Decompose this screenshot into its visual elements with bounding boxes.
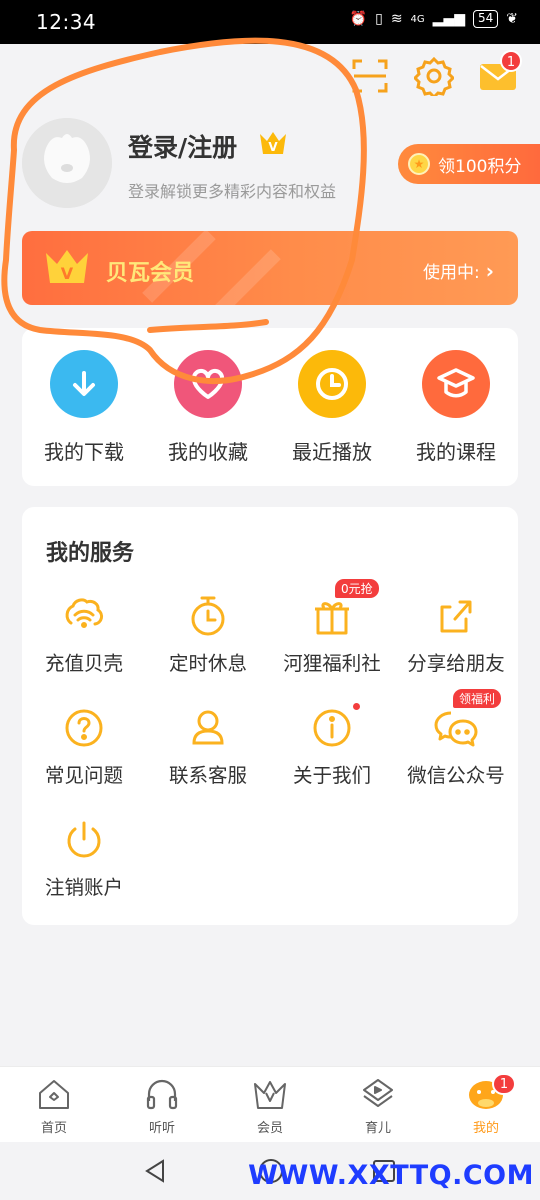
nav-label: 会员 <box>256 1121 283 1136</box>
service-label: 关于我们 <box>292 764 371 787</box>
service-share[interactable]: 分享给朋友 <box>394 593 518 676</box>
service-label: 常见问题 <box>44 764 123 787</box>
service-wechat[interactable]: 领福利 微信公众号 <box>394 689 518 788</box>
graduation-cap-icon <box>422 350 490 418</box>
timer-icon <box>185 593 231 639</box>
nav-listen[interactable]: 听听 <box>108 1067 216 1142</box>
chevron-right-icon: › <box>485 258 494 283</box>
wechat-icon: 领福利 <box>433 689 502 751</box>
quick-courses[interactable]: 我的课程 <box>394 350 518 465</box>
quick-recent[interactable]: 最近播放 <box>270 350 394 465</box>
headphones-icon <box>146 1079 178 1110</box>
share-icon <box>433 593 479 639</box>
power-icon <box>61 817 107 863</box>
status-time: 12:34 <box>36 10 97 34</box>
back-icon[interactable] <box>143 1158 167 1184</box>
status-icons: ⏰ ▯ ≋ 4G ▂▄▆ 54 ❦ <box>350 10 518 28</box>
service-support[interactable]: 联系客服 <box>146 705 270 788</box>
service-recharge[interactable]: 充值贝壳 <box>22 593 146 676</box>
settings-icon[interactable] <box>412 56 456 100</box>
customer-service-icon <box>185 705 231 751</box>
scan-icon[interactable] <box>350 56 390 96</box>
vip-status-label: 使用中: <box>423 263 480 283</box>
leaf-icon: ❦ <box>506 11 518 27</box>
nav-label: 育儿 <box>364 1121 391 1136</box>
services-card: 我的服务 充值贝壳 定时休息 0元抢 河狸福利社 分享给朋友 常见问题 联系客服… <box>22 507 518 925</box>
vip-crown-icon: V <box>258 130 288 160</box>
service-label: 定时休息 <box>168 652 247 675</box>
service-about[interactable]: 关于我们 <box>270 703 394 788</box>
svg-text:V: V <box>61 264 74 283</box>
services-title: 我的服务 <box>46 541 135 566</box>
wifi-icon: ≋ <box>390 11 403 27</box>
service-faq[interactable]: 常见问题 <box>22 705 146 788</box>
service-welfare[interactable]: 0元抢 河狸福利社 <box>270 579 394 676</box>
banner-stripe <box>207 249 281 305</box>
vibrate-icon: ▯ <box>375 11 383 27</box>
nav-badge: 1 <box>492 1073 516 1095</box>
service-label: 联系客服 <box>168 764 247 787</box>
question-icon <box>61 705 107 751</box>
svg-text:V: V <box>268 140 278 154</box>
service-label: 注销账户 <box>44 876 123 899</box>
nav-parenting[interactable]: 育儿 <box>324 1067 432 1142</box>
service-label: 分享给朋友 <box>407 652 505 675</box>
gift-icon: 0元抢 <box>309 579 379 639</box>
quick-label: 我的课程 <box>416 440 496 464</box>
shell-icon <box>61 593 107 639</box>
home-icon <box>39 1080 69 1109</box>
quick-favorites[interactable]: 我的收藏 <box>146 350 270 465</box>
quick-label: 我的收藏 <box>168 440 248 464</box>
heart-icon <box>174 350 242 418</box>
mail-icon[interactable]: 1 <box>478 50 522 96</box>
nav-profile[interactable]: 1 我的 <box>432 1067 540 1142</box>
header-actions: 1 <box>350 50 522 100</box>
quick-label: 最近播放 <box>292 440 372 464</box>
unread-dot <box>353 703 360 710</box>
service-badge: 0元抢 <box>335 579 379 598</box>
avatar[interactable] <box>22 118 112 208</box>
quick-actions-card: 我的下载 我的收藏 最近播放 我的课程 <box>22 328 518 486</box>
service-badge: 领福利 <box>453 689 502 708</box>
service-label: 微信公众号 <box>407 764 505 787</box>
login-register-link[interactable]: 登录/注册 <box>128 128 237 164</box>
alarm-icon: ⏰ <box>349 11 368 27</box>
status-bar: 12:34 ⏰ ▯ ≋ 4G ▂▄▆ 54 ❦ <box>0 0 540 44</box>
battery-icon: 54 <box>472 10 499 28</box>
mail-badge: 1 <box>500 50 522 72</box>
quick-download[interactable]: 我的下载 <box>22 350 146 465</box>
nav-vip[interactable]: 会员 <box>216 1067 324 1142</box>
watermark: WWW.XXTTQ.COM <box>248 1160 534 1191</box>
service-deactivate[interactable]: 注销账户 <box>22 817 146 900</box>
nav-label: 首页 <box>40 1121 67 1136</box>
play-book-icon <box>363 1079 393 1107</box>
nav-home[interactable]: 首页 <box>0 1067 108 1142</box>
quick-label: 我的下载 <box>44 440 124 464</box>
service-timer[interactable]: 定时休息 <box>146 593 270 676</box>
vip-banner[interactable]: V 贝瓦会员 使用中: › <box>22 231 518 305</box>
points-label: 领100积分 <box>438 156 522 177</box>
download-icon <box>50 350 118 418</box>
coin-icon: ★ <box>408 153 430 175</box>
service-label: 河狸福利社 <box>283 652 381 675</box>
bottom-nav: 首页 听听 会员 育儿 1 我的 <box>0 1066 540 1142</box>
nav-label: 听听 <box>148 1121 175 1136</box>
login-subtitle: 登录解锁更多精彩内容和权益 <box>128 182 337 201</box>
vip-crown-icon: V <box>44 247 90 291</box>
signal-icon: ▂▄▆ <box>432 11 465 27</box>
vip-status: 使用中: › <box>423 258 494 284</box>
crown-icon <box>254 1081 286 1109</box>
info-icon <box>309 703 360 751</box>
vip-title: 贝瓦会员 <box>106 261 195 286</box>
points-claim-button[interactable]: ★ 领100积分 <box>398 144 540 184</box>
service-label: 充值贝壳 <box>44 652 123 675</box>
network-label: 4G <box>410 13 425 25</box>
nav-label: 我的 <box>472 1121 499 1136</box>
clock-icon <box>298 350 366 418</box>
